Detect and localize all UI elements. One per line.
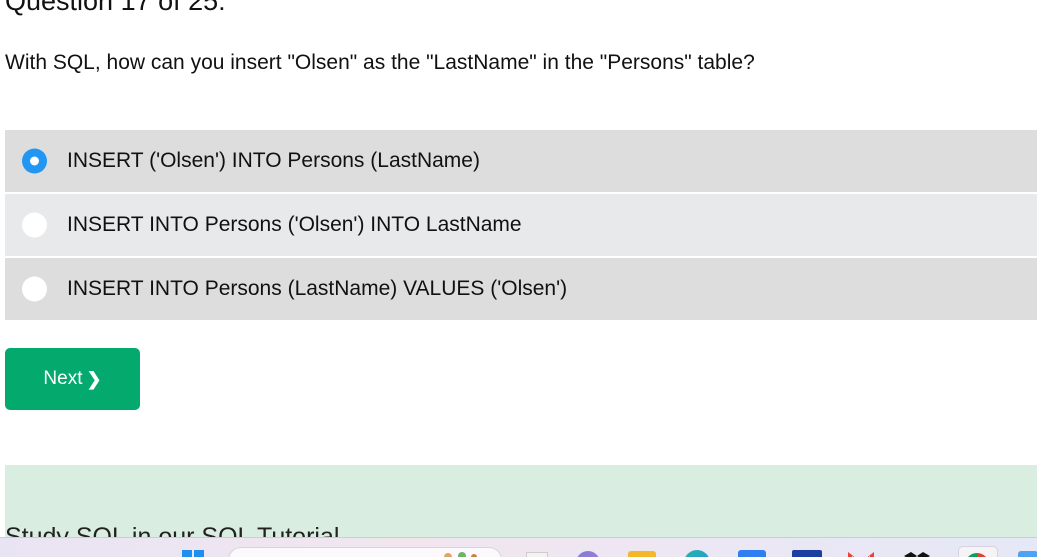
copilot-icon[interactable] xyxy=(576,551,600,557)
app-icon[interactable] xyxy=(1018,551,1037,557)
windows-taskbar xyxy=(0,537,1037,557)
answer-option-label: INSERT INTO Persons ('Olsen') INTO LastN… xyxy=(67,213,522,236)
search-decoration-icon xyxy=(444,552,477,557)
file-explorer-icon[interactable] xyxy=(526,552,548,557)
quiz-page: Question 17 of 25: With SQL, how can you… xyxy=(0,0,1037,557)
edge-icon[interactable] xyxy=(684,550,710,557)
folder-icon[interactable] xyxy=(628,551,656,557)
study-panel: Study SQL in our SQL Tutorial xyxy=(5,465,1037,545)
question-counter: Question 17 of 25: xyxy=(5,0,226,16)
chrome-taskbar-button[interactable] xyxy=(958,546,998,557)
next-button[interactable]: Next ❯ xyxy=(5,348,140,410)
outlook-icon[interactable] xyxy=(792,550,822,557)
answer-option-2[interactable]: INSERT INTO Persons ('Olsen') INTO LastN… xyxy=(5,194,1037,256)
next-button-label: Next xyxy=(43,368,83,389)
answer-option-3[interactable]: INSERT INTO Persons (LastName) VALUES ('… xyxy=(5,258,1037,320)
answer-option-1[interactable]: INSERT ('Olsen') INTO Persons (LastName) xyxy=(5,130,1037,192)
chrome-icon xyxy=(965,553,989,557)
answer-options: INSERT ('Olsen') INTO Persons (LastName)… xyxy=(5,130,1037,320)
question-text: With SQL, how can you insert "Olsen" as … xyxy=(5,51,755,74)
chevron-right-icon: ❯ xyxy=(86,368,102,389)
answer-option-label: INSERT ('Olsen') INTO Persons (LastName) xyxy=(67,149,480,172)
gmail-icon[interactable] xyxy=(846,550,876,557)
store-icon[interactable] xyxy=(738,550,766,557)
radio-unselected-icon[interactable] xyxy=(22,276,47,302)
dropbox-icon[interactable] xyxy=(902,550,932,557)
windows-start-icon[interactable] xyxy=(182,550,204,557)
answer-option-label: INSERT INTO Persons (LastName) VALUES ('… xyxy=(67,277,568,300)
radio-selected-icon[interactable] xyxy=(22,148,47,174)
radio-unselected-icon[interactable] xyxy=(22,212,47,238)
